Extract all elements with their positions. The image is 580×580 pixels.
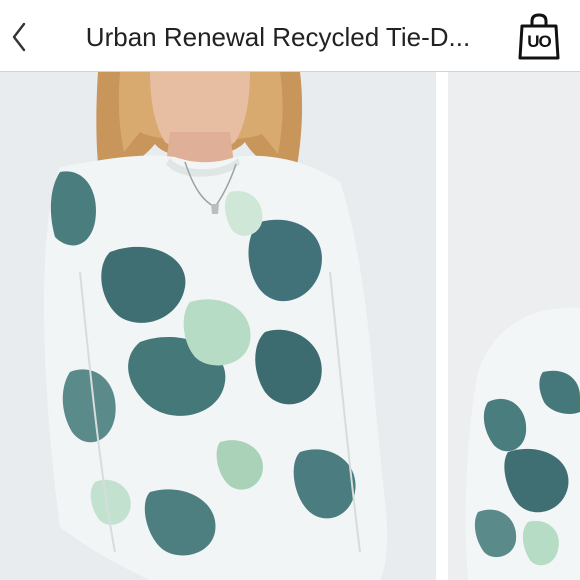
- gallery-divider: [436, 72, 448, 580]
- product-photo-next[interactable]: [448, 72, 580, 580]
- product-title: Urban Renewal Recycled Tie-D...: [85, 22, 471, 52]
- shopping-bag-button[interactable]: UO: [516, 12, 562, 62]
- chevron-left-icon: [12, 22, 26, 52]
- product-photo-main[interactable]: [0, 72, 436, 580]
- back-button[interactable]: [6, 18, 34, 56]
- bag-logo-text: UO: [527, 32, 552, 51]
- product-image-gallery[interactable]: [0, 72, 580, 580]
- model-photo-illustration: [0, 72, 436, 580]
- top-bar: Urban Renewal Recycled Tie-D... UO: [0, 0, 580, 72]
- sweatshirt-photo-illustration: [448, 72, 580, 580]
